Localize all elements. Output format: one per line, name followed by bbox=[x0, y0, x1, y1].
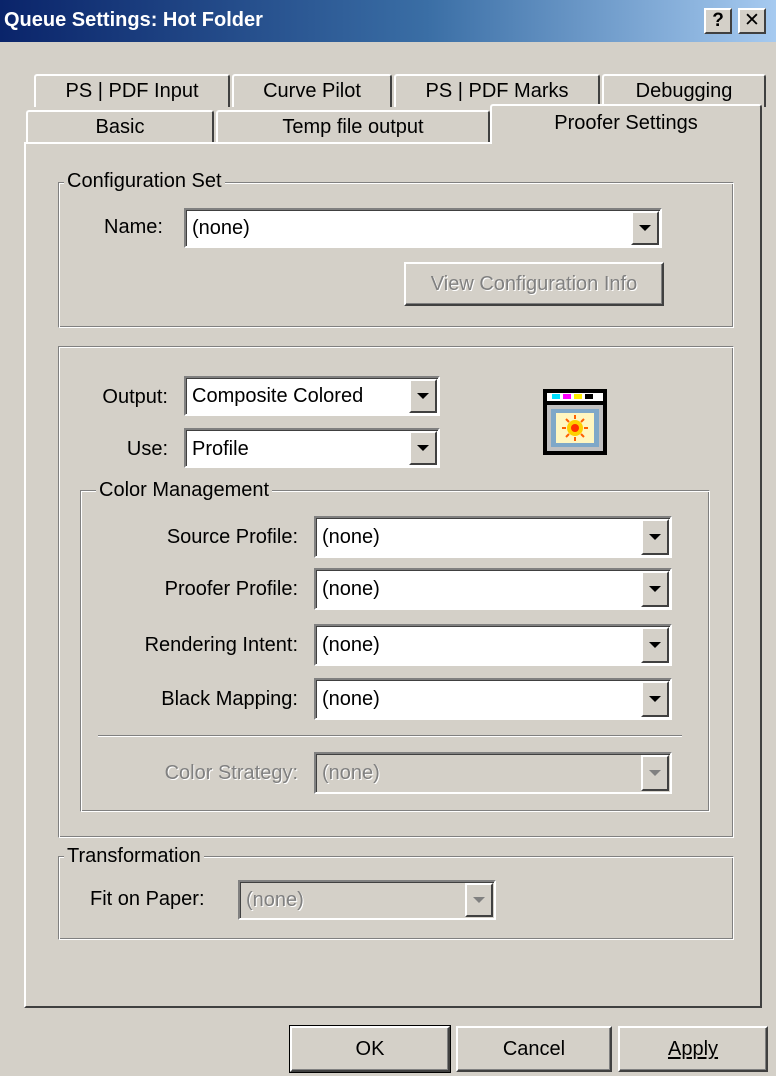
chevron-down-icon bbox=[639, 225, 651, 231]
fit-on-paper-value: (none) bbox=[246, 889, 304, 911]
proofer-printer-icon bbox=[542, 388, 608, 456]
fit-on-paper-label: Fit on Paper: bbox=[90, 888, 205, 910]
cancel-button[interactable]: Cancel bbox=[456, 1026, 612, 1072]
fit-on-paper-select[interactable]: (none) bbox=[238, 880, 496, 920]
chevron-down-icon bbox=[649, 696, 661, 702]
tab-label: Debugging bbox=[635, 80, 733, 102]
dropdown-button[interactable] bbox=[641, 627, 669, 663]
color-strategy-value: (none) bbox=[322, 762, 380, 784]
color-strategy-label: Color Strategy: bbox=[164, 762, 298, 784]
dropdown-button[interactable] bbox=[465, 883, 493, 917]
color-strategy-select[interactable]: (none) bbox=[314, 752, 672, 794]
name-label: Name: bbox=[104, 216, 163, 238]
dropdown-button[interactable] bbox=[409, 431, 437, 465]
help-button[interactable]: ? bbox=[704, 8, 732, 34]
tab-label: PS | PDF Input bbox=[65, 80, 199, 102]
rendering-intent-value: (none) bbox=[322, 634, 380, 656]
chevron-down-icon bbox=[649, 534, 661, 540]
ok-button[interactable]: OK bbox=[289, 1025, 451, 1073]
tab-ps-pdf-input[interactable]: PS | PDF Input bbox=[34, 74, 230, 107]
use-value: Profile bbox=[192, 438, 249, 460]
title-bar[interactable]: Queue Settings: Hot Folder ? ✕ bbox=[0, 0, 776, 42]
close-icon: ✕ bbox=[744, 10, 760, 31]
tab-label: Proofer Settings bbox=[554, 112, 698, 134]
tab-temp-file-output[interactable]: Temp file output bbox=[216, 110, 490, 143]
black-mapping-value: (none) bbox=[322, 688, 380, 710]
divider bbox=[98, 735, 682, 737]
tab-proofer-settings[interactable]: Proofer Settings bbox=[490, 104, 762, 144]
tab-ps-pdf-marks[interactable]: PS | PDF Marks bbox=[394, 74, 600, 107]
chevron-down-icon bbox=[649, 586, 661, 592]
chevron-down-icon bbox=[473, 897, 485, 903]
proofer-profile-select[interactable]: (none) bbox=[314, 568, 672, 610]
source-profile-value: (none) bbox=[322, 526, 380, 548]
black-mapping-label: Black Mapping: bbox=[161, 688, 298, 710]
transformation-legend: Transformation bbox=[64, 845, 204, 868]
output-select[interactable]: Composite Colored bbox=[184, 376, 440, 416]
tab-basic[interactable]: Basic bbox=[26, 110, 214, 143]
close-button[interactable]: ✕ bbox=[738, 8, 766, 34]
configuration-name-select[interactable]: (none) bbox=[184, 208, 662, 248]
dropdown-button[interactable] bbox=[641, 519, 669, 555]
source-profile-label: Source Profile: bbox=[166, 526, 298, 548]
rendering-intent-select[interactable]: (none) bbox=[314, 624, 672, 666]
output-label: Output: bbox=[102, 386, 168, 408]
use-label: Use: bbox=[126, 438, 168, 460]
tab-curve-pilot[interactable]: Curve Pilot bbox=[232, 74, 392, 107]
chevron-down-icon bbox=[649, 770, 661, 776]
configuration-set-group bbox=[58, 182, 734, 328]
dropdown-button[interactable] bbox=[641, 681, 669, 717]
black-mapping-select[interactable]: (none) bbox=[314, 678, 672, 720]
dropdown-button[interactable] bbox=[631, 211, 659, 245]
dropdown-button[interactable] bbox=[641, 755, 669, 791]
color-management-legend: Color Management bbox=[96, 479, 273, 502]
rendering-intent-label: Rendering Intent: bbox=[144, 634, 298, 656]
source-profile-select[interactable]: (none) bbox=[314, 516, 672, 558]
dropdown-button[interactable] bbox=[409, 379, 437, 413]
configuration-name-value: (none) bbox=[192, 217, 250, 239]
tab-label: Temp file output bbox=[282, 116, 424, 138]
proofer-profile-value: (none) bbox=[322, 578, 380, 600]
chevron-down-icon bbox=[649, 642, 661, 648]
chevron-down-icon bbox=[417, 393, 429, 399]
tab-debugging[interactable]: Debugging bbox=[602, 74, 766, 107]
tab-label: Basic bbox=[95, 116, 145, 138]
use-select[interactable]: Profile bbox=[184, 428, 440, 468]
apply-button[interactable]: Apply bbox=[618, 1026, 768, 1072]
output-value: Composite Colored bbox=[192, 385, 364, 407]
tab-label: Curve Pilot bbox=[263, 80, 361, 102]
apply-label: Apply bbox=[667, 1038, 719, 1060]
view-configuration-info-button[interactable]: View Configuration Info bbox=[404, 262, 664, 306]
window-title: Queue Settings: Hot Folder bbox=[4, 9, 263, 31]
proofer-profile-label: Proofer Profile: bbox=[164, 578, 298, 600]
chevron-down-icon bbox=[417, 445, 429, 451]
tab-label: PS | PDF Marks bbox=[425, 80, 569, 102]
configuration-set-legend: Configuration Set bbox=[64, 170, 225, 193]
dropdown-button[interactable] bbox=[641, 571, 669, 607]
